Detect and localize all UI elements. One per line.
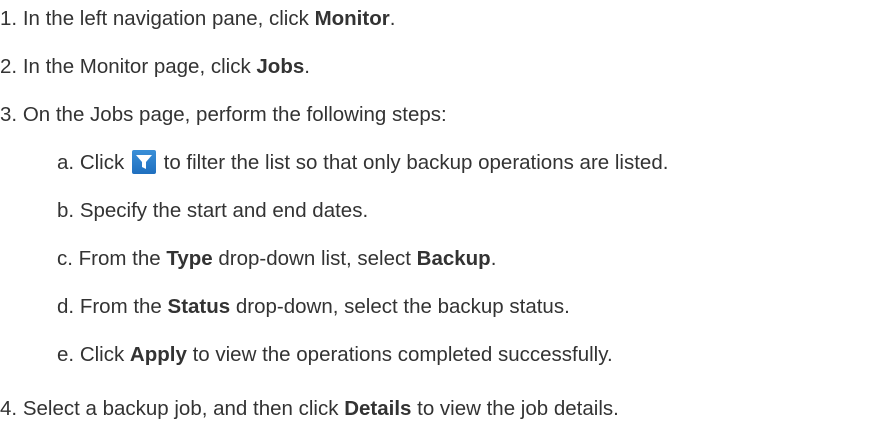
step-text: On the Jobs page, perform the following …: [22, 103, 447, 126]
substep-text-mid: drop-down list, select: [212, 247, 417, 270]
substep-d: d. From the Status drop-down, select the…: [57, 294, 570, 320]
step-text-end: .: [304, 55, 310, 78]
substep-text: From the: [78, 247, 167, 270]
substep-text: Click: [79, 151, 130, 174]
substep-b: b. Specify the start and end dates.: [57, 198, 368, 224]
step-number: 4.: [0, 397, 18, 420]
substep-text: Specify the start and end dates.: [79, 199, 369, 222]
step-text: In the Monitor page, click: [22, 55, 257, 78]
step-1: 1. In the left navigation pane, click Mo…: [0, 6, 395, 32]
substep-bold-term: Apply: [129, 343, 187, 366]
step-text: Select a backup job, and then click: [22, 397, 345, 420]
substep-bold-term: Type: [166, 247, 213, 270]
substep-bold-term: Backup: [416, 247, 491, 270]
substep-text: Click: [79, 343, 130, 366]
instruction-steps: 1. In the left navigation pane, click Mo…: [0, 0, 890, 438]
step-text: In the left navigation pane, click: [22, 7, 315, 30]
step-3: 3. On the Jobs page, perform the followi…: [0, 102, 447, 128]
step-text-end: .: [389, 7, 396, 30]
step-4: 4. Select a backup job, and then click D…: [0, 396, 619, 422]
substep-letter: a.: [57, 151, 75, 174]
step-number: 3.: [0, 103, 18, 126]
substep-a: a. Click to filter the list so that only…: [57, 150, 668, 176]
step-number: 1.: [0, 7, 18, 30]
step-text-end: to view the job details.: [411, 397, 619, 420]
step-bold-term: Monitor: [314, 7, 390, 30]
substep-letter: d.: [57, 295, 75, 318]
substep-bold-term: Status: [167, 295, 231, 318]
filter-icon: [131, 150, 156, 174]
substep-text-end: to filter the list so that only backup o…: [157, 151, 669, 174]
substep-text-end: to view the operations completed success…: [186, 343, 613, 366]
substep-text-end: .: [490, 247, 497, 270]
step-number: 2.: [0, 55, 18, 78]
step-bold-term: Jobs: [256, 55, 305, 78]
substep-letter: b.: [57, 199, 75, 222]
substep-c: c. From the Type drop-down list, select …: [57, 246, 496, 272]
step-bold-term: Details: [344, 397, 412, 420]
substep-text-end: drop-down, select the backup status.: [230, 295, 570, 318]
substep-e: e. Click Apply to view the operations co…: [57, 342, 613, 368]
substep-letter: e.: [57, 343, 75, 366]
substep-letter: c.: [57, 247, 73, 270]
substep-text: From the: [79, 295, 168, 318]
step-2: 2. In the Monitor page, click Jobs.: [0, 54, 310, 80]
